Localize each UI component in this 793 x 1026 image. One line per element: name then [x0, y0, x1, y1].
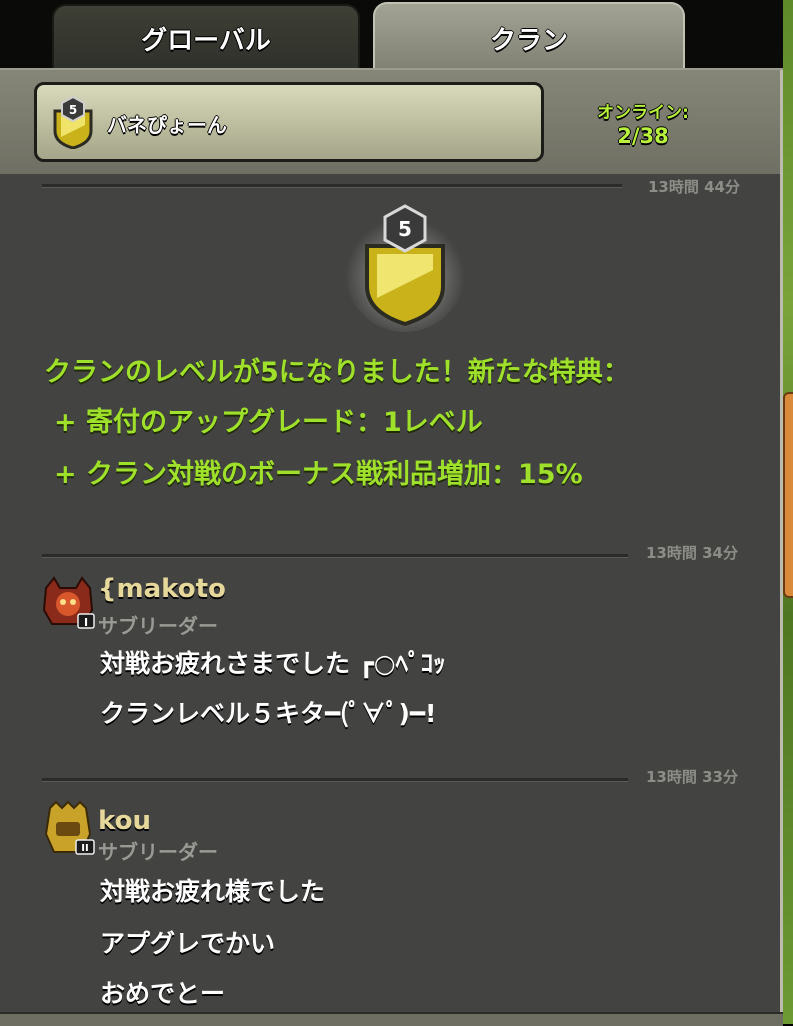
separator	[42, 184, 622, 188]
skull-avatar-icon[interactable]: I	[40, 576, 96, 630]
system-message-line: + 寄付のアップグレード：1レベル	[54, 407, 483, 438]
svg-text:II: II	[81, 843, 88, 854]
username[interactable]: kou	[98, 806, 151, 836]
system-message-line: クランのレベルが5になりました！新たな特典：	[44, 357, 630, 388]
username[interactable]: {makoto	[98, 574, 226, 604]
tab-bar: グローバル クラン	[0, 0, 783, 72]
message-line: 対戦お疲れさまでした ┏○ﾍﾟｺｯ	[100, 649, 446, 678]
user-role: サブリーダー	[98, 840, 218, 864]
message-line: クランレベル５キタ━(ﾟ∀ﾟ)━!	[100, 699, 437, 728]
timestamp: 13時間 44分	[648, 178, 740, 196]
svg-text:5: 5	[398, 217, 412, 241]
online-label: オンライン:	[597, 103, 689, 123]
separator	[42, 554, 628, 558]
system-message-line: + クラン対戦のボーナス戦利品増加：15%	[54, 459, 583, 490]
clan-badge-icon: 5	[53, 95, 93, 149]
timestamp: 13時間 34分	[646, 544, 738, 562]
scroll-handle[interactable]	[783, 392, 793, 598]
message-line: おめでとー	[100, 979, 226, 1008]
message-line: 対戦お疲れ様でした	[100, 877, 326, 906]
timestamp: 13時間 33分	[646, 768, 738, 786]
online-count: 2/38	[617, 124, 669, 148]
golden-helmet-avatar-icon[interactable]: II	[40, 800, 96, 856]
tab-global[interactable]: グローバル	[52, 4, 360, 70]
clan-level-badge-icon: 5	[345, 204, 465, 332]
clan-header: 5 バネぴょーん オンライン: 2/38	[0, 68, 783, 174]
clan-name-field[interactable]: 5 バネぴょーん	[34, 82, 544, 162]
user-role: サブリーダー	[98, 614, 218, 638]
clan-name: バネぴょーん	[107, 113, 227, 137]
tab-clan[interactable]: クラン	[373, 2, 685, 72]
chat-feed[interactable]: 13時間 44分 5 クランのレベルが5になりました！新たな特典： + 寄付のア…	[0, 174, 783, 1024]
message-line: アプグレでかい	[100, 929, 276, 958]
separator	[42, 778, 628, 782]
svg-text:I: I	[84, 616, 88, 629]
svg-text:5: 5	[69, 103, 77, 117]
